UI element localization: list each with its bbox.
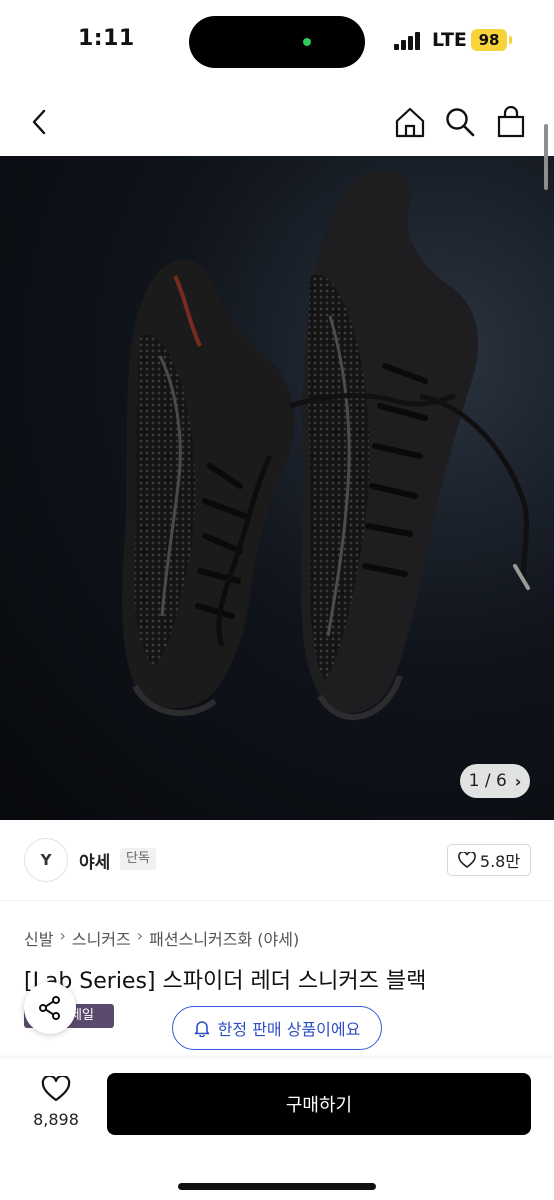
home-button[interactable] (390, 102, 430, 142)
camera-indicator-icon (303, 38, 311, 46)
chevron-right-icon: › (514, 771, 522, 791)
home-indicator[interactable] (178, 1183, 376, 1190)
brand-like-button[interactable]: 5.8만 (447, 844, 531, 876)
section-divider (0, 900, 554, 901)
product-image-gallery[interactable]: 1 / 6 › (0, 156, 554, 820)
chevron-right-icon: › (136, 926, 144, 945)
search-button[interactable] (440, 102, 480, 142)
wishlist-button[interactable]: 8,898 (24, 1074, 88, 1136)
breadcrumb: 신발 › 스니커즈 › 패션스니커즈화 (야세) (24, 926, 299, 950)
wishlist-count: 8,898 (33, 1110, 79, 1129)
brand-logo[interactable]: Y (24, 838, 68, 882)
status-time: 1:11 (78, 26, 135, 51)
breadcrumb-item[interactable]: 패션스니커즈화 (야세) (149, 926, 299, 950)
battery-tip (509, 36, 512, 44)
cellular-signal-icon (394, 32, 424, 50)
heart-icon (41, 1074, 71, 1102)
top-nav (0, 90, 554, 152)
product-photo (122, 170, 530, 721)
limited-sale-text: 한정 판매 상품이에요 (217, 1020, 361, 1039)
battery-level: 98 (471, 29, 507, 51)
limited-sale-notice[interactable]: 한정 판매 상품이에요 (172, 1006, 382, 1050)
brand-exclusive-tag: 단독 (120, 848, 156, 870)
bell-icon (194, 1021, 209, 1037)
search-icon (446, 108, 475, 137)
chevron-right-icon: › (59, 926, 66, 945)
buy-button[interactable]: 구매하기 (107, 1073, 531, 1135)
share-button[interactable] (24, 982, 76, 1034)
brand-like-count: 5.8만 (479, 852, 521, 871)
cart-button[interactable] (491, 102, 531, 142)
dynamic-island (189, 16, 365, 68)
brand-row[interactable]: Y 야세 단독 5.8만 (0, 834, 554, 890)
product-title: [Lab Series] 스파이더 레더 스니커즈 블랙 (24, 969, 427, 994)
status-bar: 1:11 LTE 98 (0, 0, 554, 84)
breadcrumb-item[interactable]: 스니커즈 (72, 926, 131, 950)
scroll-indicator[interactable] (544, 124, 548, 190)
bottom-action-bar: 8,898 구매하기 (0, 1058, 554, 1200)
home-icon (395, 107, 425, 138)
share-icon (39, 996, 60, 1020)
heart-icon (458, 852, 476, 868)
breadcrumb-item[interactable]: 신발 (24, 926, 53, 950)
chevron-left-icon (32, 109, 46, 135)
back-button[interactable] (20, 102, 60, 142)
brand-name[interactable]: 야세 (79, 848, 110, 873)
network-type: LTE (432, 29, 467, 51)
image-counter-button[interactable]: 1 / 6 › (460, 764, 530, 798)
shopping-bag-icon (497, 106, 525, 138)
image-counter-text: 1 / 6 (468, 771, 507, 791)
